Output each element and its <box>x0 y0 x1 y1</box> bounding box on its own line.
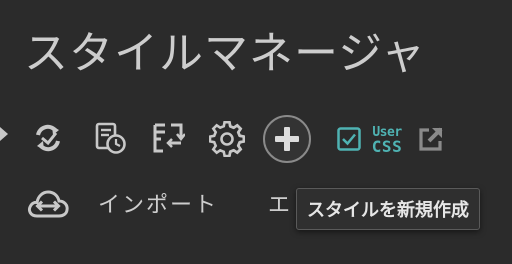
usercss-icon-bottom: CSS <box>371 137 403 156</box>
expand-arrow-icon[interactable] <box>0 122 10 146</box>
external-link-button[interactable] <box>416 124 446 154</box>
checkbox-checked-icon <box>337 127 361 151</box>
toolbar: User CSS <box>0 114 512 166</box>
history-icon <box>95 122 126 154</box>
plus-icon <box>275 127 299 151</box>
history-button[interactable] <box>92 120 128 156</box>
import-button[interactable]: インポート <box>98 190 218 222</box>
add-style-button[interactable] <box>263 115 311 163</box>
import-button-icon-wrap[interactable] <box>26 188 70 222</box>
sort-icon <box>153 123 185 153</box>
style-manager-panel: スタイルマネージャ User CSS インポート エ スタイルを新規作成 <box>0 0 512 264</box>
cloud-import-icon <box>27 190 69 218</box>
check-updates-icon <box>36 124 60 152</box>
gear-icon <box>209 121 245 157</box>
export-button[interactable]: エ <box>268 190 298 222</box>
external-link-icon <box>419 127 443 151</box>
sort-button[interactable] <box>150 120 186 156</box>
tooltip: スタイルを新規作成 <box>296 188 480 230</box>
checkbox[interactable] <box>336 126 362 152</box>
page-title: スタイルマネージャ <box>24 28 426 79</box>
check-updates-button[interactable] <box>30 120 66 156</box>
settings-button[interactable] <box>208 120 246 158</box>
usercss-button[interactable]: User CSS <box>368 122 406 158</box>
